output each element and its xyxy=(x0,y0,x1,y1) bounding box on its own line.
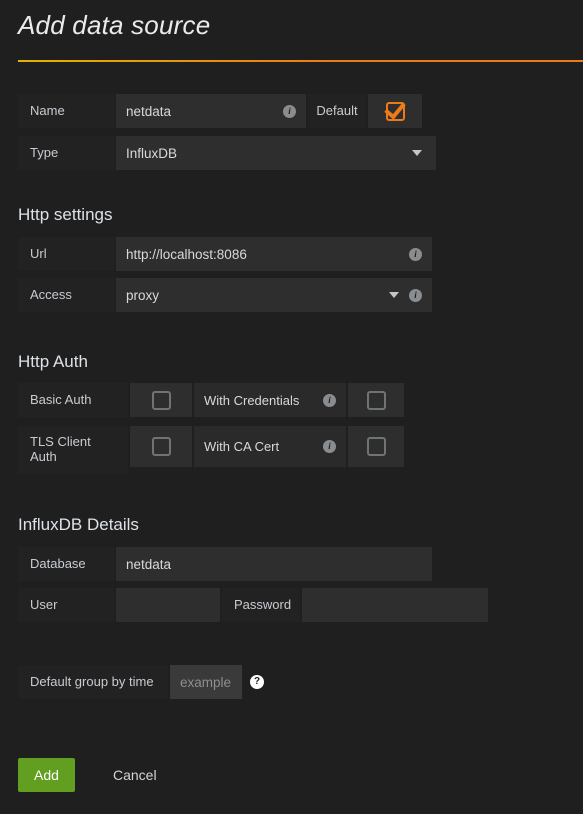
info-icon[interactable]: i xyxy=(409,288,422,302)
help-icon[interactable]: ? xyxy=(250,675,264,689)
database-input-value: netdata xyxy=(126,556,172,572)
user-password-row: User Password xyxy=(18,588,488,622)
page-title: Add data source xyxy=(18,10,211,40)
title-divider xyxy=(18,60,583,62)
basic-auth-checkbox-cell[interactable] xyxy=(130,383,192,417)
url-label: Url xyxy=(18,237,114,271)
info-icon[interactable]: i xyxy=(283,104,296,118)
with-ca-cert-label: With CA Cert xyxy=(204,439,280,454)
url-row: Url http://localhost:8086 i xyxy=(18,237,432,271)
http-settings-title: Http settings xyxy=(18,205,113,224)
password-label: Password xyxy=(222,588,300,622)
group-by-time-input[interactable]: example xyxy=(170,665,242,699)
with-credentials-label-cell: With Credentials i xyxy=(194,383,346,417)
basic-auth-checkbox[interactable] xyxy=(151,390,171,410)
database-label: Database xyxy=(18,547,114,581)
tls-client-auth-row: TLS Client Auth With CA Cert i xyxy=(18,426,404,474)
http-auth-title: Http Auth xyxy=(18,352,88,371)
group-by-time-placeholder: example xyxy=(180,674,232,690)
name-row: Name netdata i Default xyxy=(18,94,422,128)
info-icon[interactable]: i xyxy=(323,440,336,453)
with-ca-cert-label-cell: With CA Cert i xyxy=(194,426,346,467)
group-by-time-help[interactable]: ? xyxy=(250,665,264,699)
access-select[interactable]: proxy i xyxy=(116,278,432,312)
type-row: Type InfluxDB xyxy=(18,136,436,170)
info-icon[interactable]: i xyxy=(409,247,422,261)
with-credentials-checkbox[interactable] xyxy=(366,390,386,410)
basic-auth-row: Basic Auth With Credentials i xyxy=(18,383,404,417)
chevron-down-icon xyxy=(412,150,422,156)
url-input[interactable]: http://localhost:8086 i xyxy=(116,237,432,271)
type-label: Type xyxy=(18,136,114,170)
influxdb-details-title: InfluxDB Details xyxy=(18,515,139,534)
with-ca-cert-checkbox[interactable] xyxy=(366,437,386,456)
info-icon[interactable]: i xyxy=(323,393,336,407)
basic-auth-label: Basic Auth xyxy=(18,383,128,417)
with-ca-cert-checkbox-cell[interactable] xyxy=(348,426,404,467)
chevron-down-icon xyxy=(389,292,399,298)
tls-client-auth-label: TLS Client Auth xyxy=(18,426,128,474)
with-credentials-label: With Credentials xyxy=(204,392,300,408)
name-input[interactable]: netdata i xyxy=(116,94,306,128)
group-by-time-label: Default group by time xyxy=(18,665,168,699)
password-input[interactable] xyxy=(302,588,488,622)
type-select[interactable]: InfluxDB xyxy=(116,136,436,170)
default-checkbox-cell[interactable] xyxy=(368,94,422,128)
cancel-button[interactable]: Cancel xyxy=(107,758,163,792)
name-label: Name xyxy=(18,94,114,128)
user-label: User xyxy=(18,588,114,622)
group-by-time-row: Default group by time example ? xyxy=(18,665,264,699)
database-input[interactable]: netdata xyxy=(116,547,432,581)
access-label: Access xyxy=(18,278,114,312)
url-input-value: http://localhost:8086 xyxy=(126,246,247,262)
user-input[interactable] xyxy=(116,588,220,622)
tls-client-auth-checkbox[interactable] xyxy=(151,437,171,456)
add-data-source-page: Add data source Name netdata i Default T… xyxy=(0,0,583,814)
type-select-value: InfluxDB xyxy=(126,145,178,161)
default-label: Default xyxy=(308,94,366,128)
access-select-value: proxy xyxy=(126,287,160,303)
add-button[interactable]: Add xyxy=(18,758,75,792)
name-input-value: netdata xyxy=(126,103,172,119)
tls-client-auth-checkbox-cell[interactable] xyxy=(130,426,192,467)
database-row: Database netdata xyxy=(18,547,432,581)
default-checkbox[interactable] xyxy=(385,101,405,121)
with-credentials-checkbox-cell[interactable] xyxy=(348,383,404,417)
access-row: Access proxy i xyxy=(18,278,432,312)
